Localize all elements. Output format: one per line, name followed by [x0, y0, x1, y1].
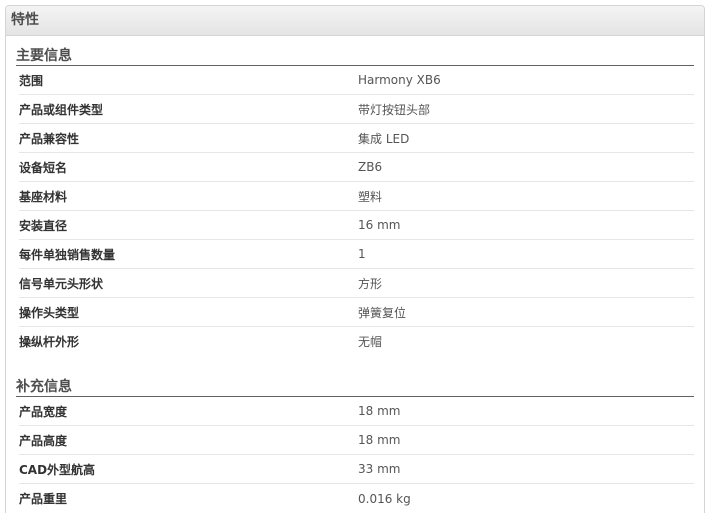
row-value: 弹簧复位 [358, 305, 407, 320]
row-label: 操作头类型 [19, 305, 80, 320]
row-label: CAD外型航高 [19, 462, 96, 477]
row-label: 每件单独销售数量 [19, 247, 116, 262]
row-value: 集成 LED [358, 131, 410, 146]
row-label: 产品重里 [19, 492, 68, 506]
row-value: 18 mm [358, 433, 401, 447]
row-label: 产品兼容性 [19, 131, 80, 146]
section-title-main-info: 主要信息 [16, 45, 694, 66]
supplementary-info-table: 产品宽度 18 mm 产品高度 18 mm CAD外型航高 33 mm 产品重里 0.0… [19, 397, 694, 513]
row-label: 基座材料 [19, 189, 68, 204]
main-info-table: 范围 Harmony XB6 产品或组件类型 带灯按钮头部 产品兼容性 集成 LED … [19, 66, 694, 356]
row-value: 方形 [358, 276, 383, 291]
characteristics-panel: 特性 主要信息 范围 Harmony XB6 产品或组件类型 带灯按钮头部 产品兼容… [5, 5, 705, 513]
table-row: 基座材料 塑料 [19, 182, 694, 211]
panel-title: 特性 [6, 6, 704, 36]
section-title-supplementary-info: 补充信息 [16, 376, 694, 397]
supplementary-info-section: 补充信息 产品宽度 18 mm 产品高度 18 mm CAD外型航高 33 mm 产品… [16, 376, 694, 513]
table-row: 每件单独销售数量 1 [19, 240, 694, 269]
table-row: 产品高度 18 mm [19, 426, 694, 455]
row-label: 操纵杆外形 [19, 335, 80, 349]
table-row: 设备短名 ZB6 [19, 153, 694, 182]
row-value: Harmony XB6 [358, 73, 441, 87]
row-value: 1 [358, 247, 366, 261]
table-row: 产品宽度 18 mm [19, 397, 694, 426]
table-row: CAD外型航高 33 mm [19, 455, 694, 484]
main-info-section: 主要信息 范围 Harmony XB6 产品或组件类型 带灯按钮头部 产品兼容性 集成… [16, 45, 694, 356]
table-row: 操作头类型 弹簧复位 [19, 298, 694, 327]
table-row: 产品兼容性 集成 LED [19, 124, 694, 153]
row-value: 16 mm [358, 218, 401, 232]
row-label: 产品高度 [19, 433, 68, 448]
table-row: 安装直径 16 mm [19, 211, 694, 240]
row-label: 产品宽度 [19, 404, 68, 419]
row-label: 信号单元头形状 [19, 276, 104, 291]
row-value: 带灯按钮头部 [358, 102, 431, 117]
row-label: 范围 [19, 73, 44, 88]
row-label: 设备短名 [19, 160, 68, 175]
row-label: 产品或组件类型 [19, 102, 104, 117]
row-value: 18 mm [358, 404, 401, 418]
table-row: 范围 Harmony XB6 [19, 66, 694, 95]
row-value: 塑料 [358, 189, 383, 204]
row-value: 0.016 kg [358, 491, 411, 506]
table-row: 信号单元头形状 方形 [19, 269, 694, 298]
row-value: 无帽 [358, 335, 383, 349]
table-row: 产品重里 0.016 kg [19, 484, 694, 513]
row-value: ZB6 [358, 160, 383, 174]
row-value: 33 mm [358, 462, 401, 476]
table-row: 产品或组件类型 带灯按钮头部 [19, 95, 694, 124]
table-row: 操纵杆外形 无帽 [19, 327, 694, 356]
row-label: 安装直径 [19, 218, 68, 233]
